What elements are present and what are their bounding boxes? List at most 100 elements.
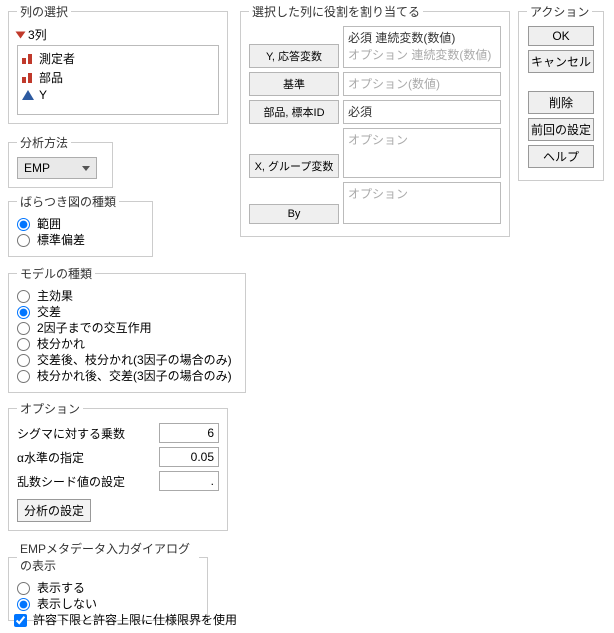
method-legend: 分析方法 bbox=[17, 134, 71, 151]
model-radio[interactable] bbox=[17, 370, 30, 383]
column-label: 測定者 bbox=[39, 50, 75, 67]
by-placeholder: オプション bbox=[348, 187, 408, 201]
alpha-input[interactable] bbox=[159, 447, 219, 467]
emp-option-hide[interactable]: 表示しない bbox=[17, 596, 199, 612]
model-radio[interactable] bbox=[17, 338, 30, 351]
columns-count-label: 3列 bbox=[28, 26, 47, 43]
tolerance-checkbox[interactable] bbox=[14, 614, 27, 627]
sigma-label: シグマに対する乗数 bbox=[17, 425, 125, 442]
scatter-label: 標準偏差 bbox=[37, 232, 85, 248]
role-row-standard: 基準 オプション(数値) bbox=[249, 72, 501, 96]
actions-fieldset: アクション OK キャンセル 削除 前回の設定 ヘルプ bbox=[518, 3, 604, 181]
cancel-button[interactable]: キャンセル bbox=[528, 50, 594, 73]
by-role-button[interactable]: By bbox=[249, 204, 339, 224]
columns-list[interactable]: 測定者 部品 Y bbox=[17, 45, 219, 115]
nominal-icon bbox=[22, 54, 34, 64]
part-role-button[interactable]: 部品, 標本ID bbox=[249, 100, 339, 124]
role-row-by: By オプション bbox=[249, 182, 501, 224]
model-legend: モデルの種類 bbox=[17, 265, 95, 282]
roles-legend: 選択した列に役割を割り当てる bbox=[249, 3, 423, 20]
recall-button[interactable]: 前回の設定 bbox=[528, 118, 594, 141]
by-role-box[interactable]: オプション bbox=[343, 182, 501, 224]
emp-option-show[interactable]: 表示する bbox=[17, 580, 199, 596]
options-fieldset: オプション シグマに対する乗数 α水準の指定 乱数シード値の設定 分析の設定 bbox=[8, 400, 228, 531]
seed-row: 乱数シード値の設定 bbox=[17, 471, 219, 491]
tolerance-checkbox-row[interactable]: 許容下限と許容上限に仕様限界を使用 bbox=[14, 612, 237, 628]
standard-role-box[interactable]: オプション(数値) bbox=[343, 72, 501, 96]
emp-radio-show[interactable] bbox=[17, 582, 30, 595]
standard-role-button[interactable]: 基準 bbox=[249, 72, 339, 96]
model-label: 2因子までの交互作用 bbox=[37, 320, 152, 336]
emp-legend: EMPメタデータ入力ダイアログの表示 bbox=[17, 540, 199, 574]
options-legend: オプション bbox=[17, 400, 83, 417]
tolerance-label: 許容下限と許容上限に仕様限界を使用 bbox=[33, 612, 237, 628]
scatter-label: 範囲 bbox=[37, 216, 61, 232]
model-radio[interactable] bbox=[17, 354, 30, 367]
column-label: Y bbox=[39, 88, 47, 102]
sigma-row: シグマに対する乗数 bbox=[17, 423, 219, 443]
nominal-icon bbox=[22, 73, 34, 83]
role-row-x: X, グループ変数 オプション bbox=[249, 128, 501, 178]
x-role-box[interactable]: オプション bbox=[343, 128, 501, 178]
part-role-box[interactable]: 必須 bbox=[343, 100, 501, 124]
x-role-button[interactable]: X, グループ変数 bbox=[249, 154, 339, 178]
disclosure-triangle-icon[interactable] bbox=[16, 31, 26, 38]
model-option[interactable]: 枝分かれ後、交差(3因子の場合のみ) bbox=[17, 368, 237, 384]
y-role-button[interactable]: Y, 応答変数 bbox=[249, 44, 339, 68]
list-item[interactable]: Y bbox=[22, 87, 214, 103]
sigma-input[interactable] bbox=[159, 423, 219, 443]
model-label: 交差後、枝分かれ(3因子の場合のみ) bbox=[37, 352, 232, 368]
model-label: 交差 bbox=[37, 304, 61, 320]
scatter-option-stddev[interactable]: 標準偏差 bbox=[17, 232, 144, 248]
emp-label: 表示する bbox=[37, 580, 85, 596]
columns-legend: 列の選択 bbox=[17, 3, 71, 20]
roles-fieldset: 選択した列に役割を割り当てる Y, 応答変数 必須 連続変数(数値) オプション… bbox=[240, 3, 510, 237]
model-fieldset: モデルの種類 主効果 交差 2因子までの交互作用 枝分かれ 交差後、枝分かれ(3… bbox=[8, 265, 246, 393]
emp-dialog-fieldset: EMPメタデータ入力ダイアログの表示 表示する 表示しない bbox=[8, 540, 208, 621]
method-selected: EMP bbox=[24, 161, 50, 175]
scatter-legend: ばらつき図の種類 bbox=[17, 193, 119, 210]
seed-input[interactable] bbox=[159, 471, 219, 491]
y-role-box[interactable]: 必須 連続変数(数値) オプション 連続変数(数値) bbox=[343, 26, 501, 68]
list-item[interactable]: 部品 bbox=[22, 68, 214, 87]
model-label: 枝分かれ bbox=[37, 336, 85, 352]
method-fieldset: 分析方法 EMP bbox=[8, 134, 113, 188]
scatter-fieldset: ばらつき図の種類 範囲 標準偏差 bbox=[8, 193, 153, 257]
actions-legend: アクション bbox=[527, 3, 592, 20]
model-radio[interactable] bbox=[17, 290, 30, 303]
columns-fieldset: 列の選択 3列 測定者 部品 Y bbox=[8, 3, 228, 124]
help-button[interactable]: ヘルプ bbox=[528, 145, 594, 168]
part-required-text: 必須 bbox=[348, 105, 372, 119]
columns-count-row[interactable]: 3列 bbox=[17, 26, 219, 43]
alpha-row: α水準の指定 bbox=[17, 447, 219, 467]
y-optional-text: オプション 連続変数(数値) bbox=[348, 46, 496, 63]
method-dropdown[interactable]: EMP bbox=[17, 157, 97, 179]
emp-radio-hide[interactable] bbox=[17, 598, 30, 611]
list-item[interactable]: 測定者 bbox=[22, 49, 214, 68]
model-option[interactable]: 主効果 bbox=[17, 288, 237, 304]
y-required-text: 必須 連続変数(数値) bbox=[348, 29, 496, 46]
scatter-radio-range[interactable] bbox=[17, 218, 30, 231]
model-option[interactable]: 2因子までの交互作用 bbox=[17, 320, 237, 336]
model-option[interactable]: 交差後、枝分かれ(3因子の場合のみ) bbox=[17, 352, 237, 368]
model-option[interactable]: 枝分かれ bbox=[17, 336, 237, 352]
model-radio[interactable] bbox=[17, 322, 30, 335]
model-option[interactable]: 交差 bbox=[17, 304, 237, 320]
model-label: 枝分かれ後、交差(3因子の場合のみ) bbox=[37, 368, 232, 384]
x-placeholder: オプション bbox=[348, 133, 408, 147]
role-row-part: 部品, 標本ID 必須 bbox=[249, 100, 501, 124]
role-row-y: Y, 応答変数 必須 連続変数(数値) オプション 連続変数(数値) bbox=[249, 26, 501, 68]
standard-placeholder: オプション(数値) bbox=[348, 77, 440, 91]
scatter-option-range[interactable]: 範囲 bbox=[17, 216, 144, 232]
model-radio[interactable] bbox=[17, 306, 30, 319]
scatter-radio-stddev[interactable] bbox=[17, 234, 30, 247]
remove-button[interactable]: 削除 bbox=[528, 91, 594, 114]
model-label: 主効果 bbox=[37, 288, 73, 304]
ok-button[interactable]: OK bbox=[528, 26, 594, 46]
seed-label: 乱数シード値の設定 bbox=[17, 473, 125, 490]
analysis-settings-button[interactable]: 分析の設定 bbox=[17, 499, 91, 522]
continuous-icon bbox=[22, 90, 34, 100]
column-label: 部品 bbox=[39, 69, 63, 86]
emp-label: 表示しない bbox=[37, 596, 97, 612]
alpha-label: α水準の指定 bbox=[17, 449, 84, 466]
